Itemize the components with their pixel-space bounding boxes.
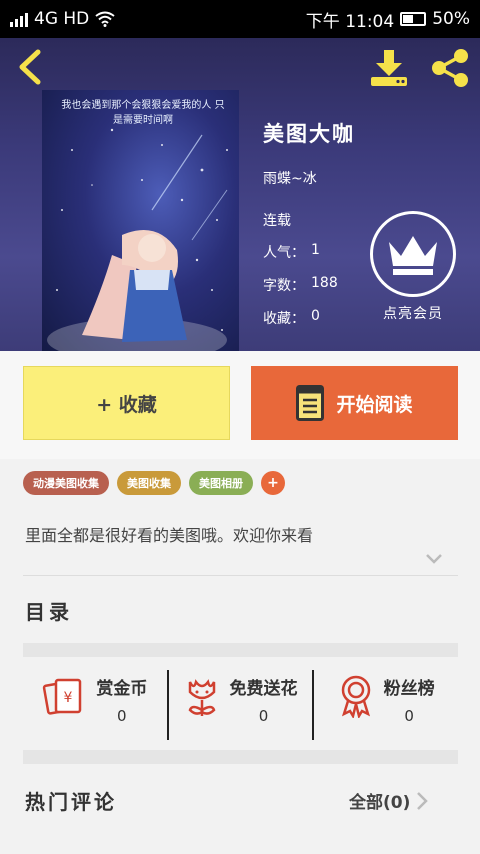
stat-value: 0 [404, 707, 414, 725]
book-author[interactable]: 雨蝶~冰 [263, 168, 317, 188]
word-count-row: 字数： 188 [263, 275, 338, 295]
add-tag-button[interactable]: + [261, 471, 285, 495]
tag-item[interactable]: 美图相册 [189, 471, 253, 495]
action-bar: + 收藏 开始阅读 [0, 351, 480, 459]
popularity-row: 人气： 1 [263, 242, 320, 262]
section-separator [23, 750, 458, 764]
favorite-button-label: + 收藏 [96, 393, 157, 416]
tag-item[interactable]: 动漫美图收集 [23, 471, 109, 495]
favorites-label: 收藏： [263, 311, 305, 327]
popularity-value: 1 [311, 242, 320, 258]
network-label: 4G HD [34, 9, 90, 29]
book-title: 美图大咖 [263, 122, 355, 146]
stats-bar: ¥ 赏金币 0 免费送花 0 粉丝榜 0 [23, 670, 458, 740]
battery-percent: 50% [432, 9, 470, 29]
red-envelope-icon: ¥ [43, 678, 82, 715]
cover-caption: 我也会遇到那个会狠狠会爱我的人 只是需要时间啊 [61, 100, 225, 126]
all-comments-link[interactable]: 全部(0) [349, 788, 429, 813]
fan-ranking-button[interactable]: 粉丝榜 0 [312, 670, 458, 740]
svg-text:¥: ¥ [64, 690, 73, 706]
book-info: 美图大咖 雨蝶~冰 连载 人气： 1 字数： 188 收藏： 0 [263, 118, 355, 327]
chevron-right-icon [417, 791, 429, 810]
book-cover[interactable]: 我也会遇到那个会狠狠会爱我的人 只是需要时间啊 [42, 90, 239, 351]
tag-list: 动漫美图收集 美图收集 美图相册 + [23, 471, 285, 495]
crown-icon [389, 236, 437, 275]
signal-icon [10, 11, 28, 27]
favorites-row: 收藏： 0 [263, 308, 320, 328]
favorite-button[interactable]: + 收藏 [23, 366, 230, 440]
flower-icon [188, 679, 215, 716]
popularity-label: 人气： [263, 245, 305, 261]
tag-item[interactable]: 美图收集 [117, 471, 181, 495]
chevron-left-icon[interactable] [14, 48, 48, 86]
stat-value: 0 [117, 707, 127, 725]
clock: 下午 11:04 [305, 11, 395, 32]
book-header: 我也会遇到那个会狠狠会爱我的人 只是需要时间啊 美图大咖 雨蝶~冰 连载 人气：… [0, 38, 480, 351]
divider [23, 575, 458, 576]
section-separator [23, 643, 458, 657]
book-icon [296, 385, 325, 421]
stat-value: 0 [258, 707, 269, 725]
send-flower-button[interactable]: 免费送花 0 [166, 670, 313, 740]
hot-comments-title: 热门评论 [25, 790, 117, 814]
reward-coins-button[interactable]: ¥ 赏金币 0 [23, 670, 167, 740]
download-icon[interactable] [368, 48, 410, 88]
stat-name: 赏金币 [96, 679, 148, 699]
word-count-label: 字数： [263, 278, 305, 294]
medal-icon [341, 675, 370, 718]
start-reading-button[interactable]: 开始阅读 [251, 366, 458, 440]
cover-illustration [47, 128, 228, 351]
battery-icon [400, 12, 427, 26]
status-bar: 4G HD 下午 11:04 50% [0, 0, 480, 38]
share-icon[interactable] [428, 48, 472, 88]
word-count-value: 188 [311, 275, 338, 291]
wifi-icon [95, 11, 115, 27]
book-description: 里面全都是很好看的美图哦。欢迎你来看 [25, 526, 314, 545]
catalog-title[interactable]: 目录 [25, 596, 73, 625]
all-comments-label: 全部(0) [349, 793, 411, 813]
start-reading-label: 开始阅读 [336, 393, 413, 416]
stat-name: 粉丝榜 [383, 679, 435, 699]
vip-label: 点亮会员 [383, 306, 443, 322]
chevron-down-icon[interactable] [424, 552, 444, 566]
book-status: 连载 [263, 213, 291, 229]
vip-button[interactable]: 点亮会员 [370, 211, 456, 331]
stat-name: 免费送花 [229, 679, 298, 699]
favorites-value: 0 [311, 308, 320, 324]
